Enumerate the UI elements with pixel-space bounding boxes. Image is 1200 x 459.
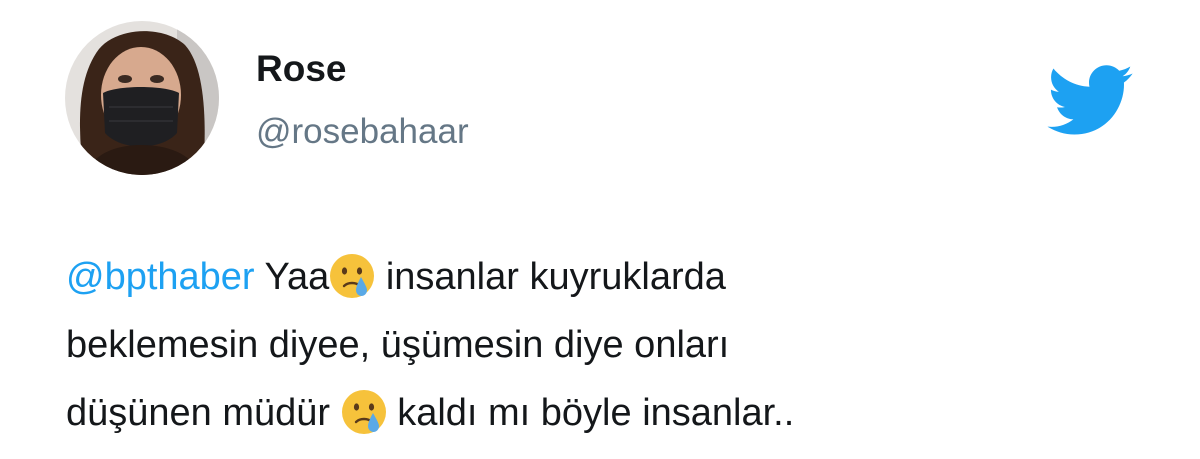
crying-face-icon [341, 389, 387, 435]
user-handle[interactable]: @rosebahaar [256, 111, 469, 153]
tweet-card: Rose @rosebahaar @bpthaber Yaa insanlar … [0, 0, 1200, 459]
mention-link[interactable]: @bpthaber [66, 256, 255, 298]
display-name[interactable]: Rose [256, 47, 346, 91]
tweet-line-3: düşünen müdür kaldı mı böyle insanlar.. [66, 379, 1156, 447]
crying-face-icon [329, 253, 375, 299]
twitter-bird-icon[interactable] [1044, 62, 1134, 136]
tweet-text-segment: kaldı mı böyle insanlar.. [386, 392, 795, 434]
tweet-text-segment: Yaa [254, 256, 330, 298]
tweet-line-2: beklemesin diyee, üşümesin diye onları [66, 324, 730, 366]
tweet-text-segment: insanlar kuyruklarda [375, 256, 726, 298]
tweet-text: @bpthaber Yaa insanlar kuyruklarda bekle… [66, 243, 1156, 447]
tweet-text-segment: düşünen müdür [66, 392, 341, 434]
tweet-line-1: @bpthaber Yaa insanlar kuyruklarda [66, 243, 1156, 311]
avatar[interactable] [65, 21, 219, 175]
